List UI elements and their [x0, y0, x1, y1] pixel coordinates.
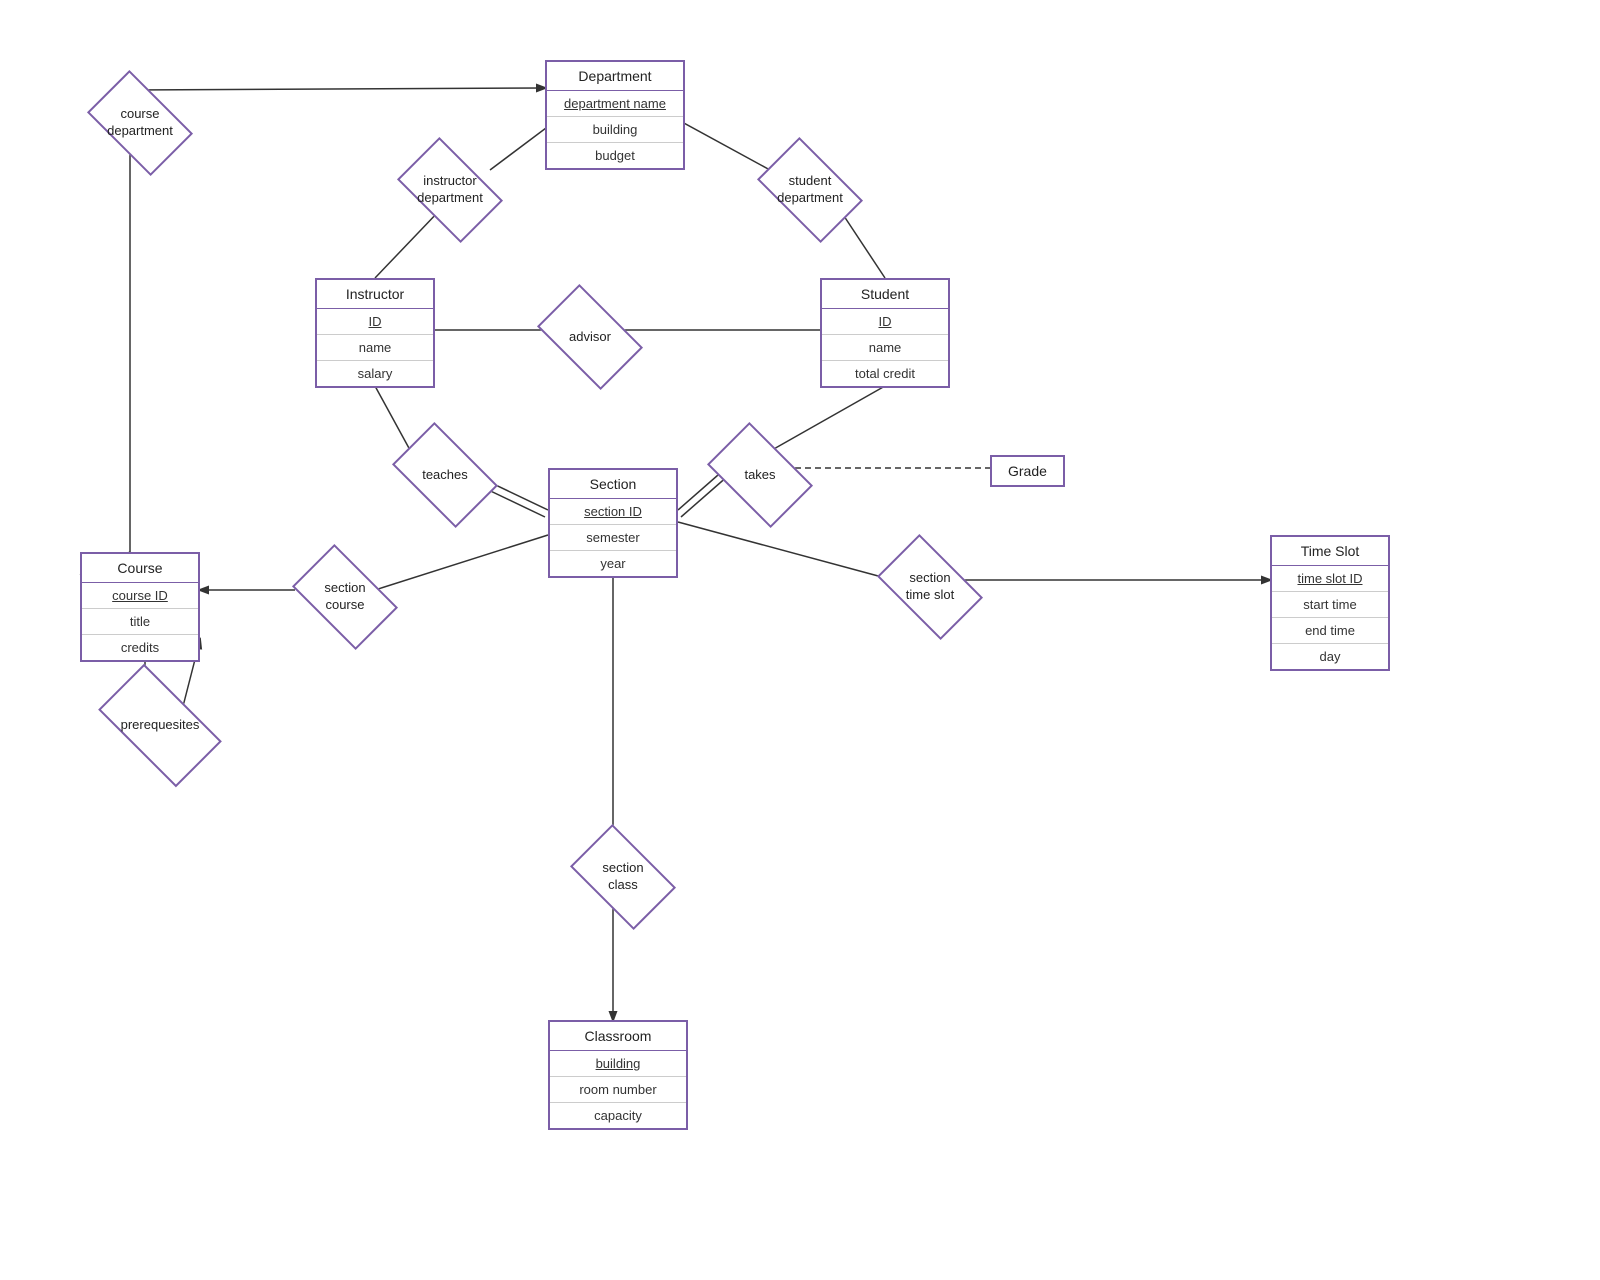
entity-instructor-attr-name: name	[317, 335, 433, 361]
entity-timeslot-title: Time Slot	[1272, 537, 1388, 566]
entity-section-attr-year: year	[550, 551, 676, 576]
entity-instructor-title: Instructor	[317, 280, 433, 309]
entity-instructor-attr-salary: salary	[317, 361, 433, 386]
entity-student-attr-totalcredit: total credit	[822, 361, 948, 386]
entity-student: Student ID name total credit	[820, 278, 950, 388]
entity-department-attr-budget: budget	[547, 143, 683, 168]
grade-box: Grade	[990, 455, 1065, 487]
entity-course-attr-id: course ID	[82, 583, 198, 609]
diamond-instructor-department: instructordepartment	[395, 155, 505, 225]
diamond-advisor: advisor	[535, 302, 645, 372]
entity-classroom-attr-building: building	[550, 1051, 686, 1077]
entity-instructor: Instructor ID name salary	[315, 278, 435, 388]
entity-department-attr-building: building	[547, 117, 683, 143]
entity-timeslot-attr-end: end time	[1272, 618, 1388, 644]
entity-course-attr-title: title	[82, 609, 198, 635]
entity-timeslot: Time Slot time slot ID start time end ti…	[1270, 535, 1390, 671]
entity-classroom-title: Classroom	[550, 1022, 686, 1051]
diamond-label-section-course: sectioncourse	[324, 580, 365, 614]
entity-department: Department department name building budg…	[545, 60, 685, 170]
entity-student-attr-id: ID	[822, 309, 948, 335]
diamond-course-department: coursedepartment	[85, 88, 195, 158]
entity-classroom: Classroom building room number capacity	[548, 1020, 688, 1130]
diamond-section-course: sectioncourse	[290, 562, 400, 632]
entity-classroom-attr-roomnum: room number	[550, 1077, 686, 1103]
entity-course: Course course ID title credits	[80, 552, 200, 662]
diamond-label-student-dept: studentdepartment	[777, 173, 843, 207]
entity-section-title: Section	[550, 470, 676, 499]
diamond-takes: takes	[705, 440, 815, 510]
diamond-prereq: prerequesites	[100, 690, 220, 760]
diamond-label-teaches: teaches	[422, 467, 468, 484]
diamond-label-prereq: prerequesites	[121, 717, 200, 734]
diamond-label-section-class: sectionclass	[602, 860, 643, 894]
diamond-section-timeslot: sectiontime slot	[875, 552, 985, 622]
entity-classroom-attr-capacity: capacity	[550, 1103, 686, 1128]
diamond-label-takes: takes	[744, 467, 775, 484]
entity-instructor-attr-id: ID	[317, 309, 433, 335]
diamond-section-class: sectionclass	[568, 842, 678, 912]
entity-course-title: Course	[82, 554, 198, 583]
entity-student-title: Student	[822, 280, 948, 309]
entity-section-attr-semester: semester	[550, 525, 676, 551]
entity-department-attr-name: department name	[547, 91, 683, 117]
entity-department-title: Department	[547, 62, 683, 91]
diamond-student-department: studentdepartment	[755, 155, 865, 225]
diamond-label-instructor-dept: instructordepartment	[417, 173, 483, 207]
entity-timeslot-attr-start: start time	[1272, 592, 1388, 618]
entity-course-attr-credits: credits	[82, 635, 198, 660]
diamond-label-advisor: advisor	[569, 329, 611, 346]
entity-timeslot-attr-id: time slot ID	[1272, 566, 1388, 592]
entity-timeslot-attr-day: day	[1272, 644, 1388, 669]
entity-student-attr-name: name	[822, 335, 948, 361]
entity-section-attr-id: section ID	[550, 499, 676, 525]
diamond-teaches: teaches	[390, 440, 500, 510]
diamond-label-section-timeslot: sectiontime slot	[906, 570, 954, 604]
diamond-label-course-dept: coursedepartment	[107, 106, 173, 140]
entity-section: Section section ID semester year	[548, 468, 678, 578]
